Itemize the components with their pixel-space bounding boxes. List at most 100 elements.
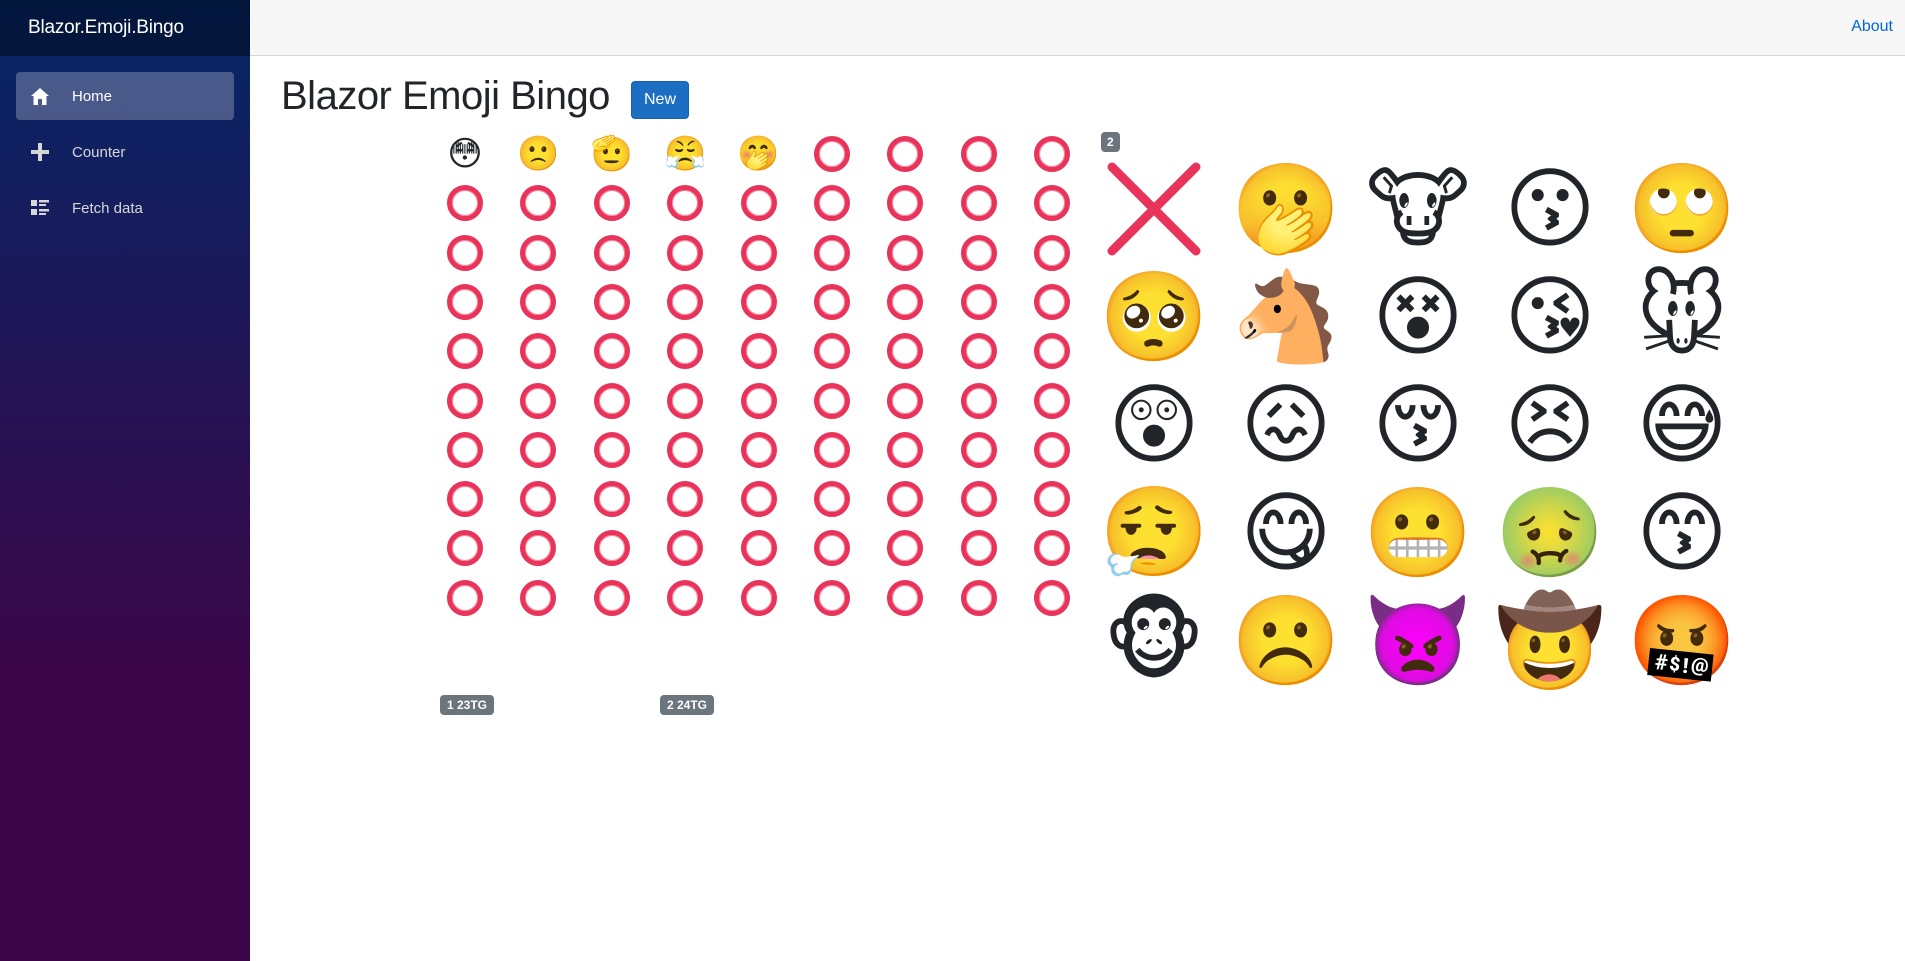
bingo-cell-empty[interactable]: [663, 477, 707, 521]
bingo-cell-empty[interactable]: [1030, 576, 1074, 620]
bingo-cell-empty[interactable]: [443, 526, 487, 570]
bingo-cell-empty[interactable]: [663, 329, 707, 373]
bingo-cell-empty[interactable]: [883, 231, 927, 275]
bingo-cell-empty[interactable]: [590, 576, 634, 620]
brand-link[interactable]: Blazor.Emoji.Bingo: [28, 17, 184, 39]
bingo-cell-empty[interactable]: [516, 181, 560, 225]
bingo-cell-empty[interactable]: [810, 329, 854, 373]
empty-ring-icon: [814, 431, 850, 468]
bingo-cell-empty[interactable]: [443, 428, 487, 472]
bingo-cell-empty[interactable]: [810, 428, 854, 472]
bingo-cell-empty[interactable]: [883, 379, 927, 423]
bingo-cell-empty[interactable]: [516, 280, 560, 324]
bingo-cell-empty[interactable]: [883, 428, 927, 472]
bingo-cell-filled[interactable]: 🙁: [516, 132, 560, 176]
bingo-cell-empty[interactable]: [1030, 428, 1074, 472]
bingo-cell-empty[interactable]: [590, 231, 634, 275]
bingo-cell-empty[interactable]: [737, 477, 781, 521]
bingo-cell-empty[interactable]: [516, 379, 560, 423]
bingo-cell-empty[interactable]: [957, 132, 1001, 176]
bingo-cell-empty[interactable]: [957, 379, 1001, 423]
bingo-cell-empty[interactable]: [663, 428, 707, 472]
bingo-cell-empty[interactable]: [957, 576, 1001, 620]
nav-item-home[interactable]: Home: [16, 72, 234, 120]
bingo-cell-empty[interactable]: [810, 132, 854, 176]
empty-ring-icon: [667, 283, 704, 320]
nav-item-counter[interactable]: Counter: [16, 128, 234, 176]
bingo-cell-empty[interactable]: [663, 231, 707, 275]
empty-ring-icon: [814, 530, 850, 567]
bingo-cell-empty[interactable]: [443, 231, 487, 275]
new-game-button[interactable]: New: [631, 81, 689, 119]
bingo-cell-empty[interactable]: [443, 477, 487, 521]
bingo-cell-empty[interactable]: [1030, 526, 1074, 570]
bingo-cell-empty[interactable]: [590, 329, 634, 373]
bingo-cell-empty[interactable]: [737, 181, 781, 225]
bingo-cell-empty[interactable]: [957, 526, 1001, 570]
bingo-cell-empty[interactable]: [737, 329, 781, 373]
bingo-cell-filled[interactable]: 🫡: [590, 132, 634, 176]
bingo-cell-empty[interactable]: [1030, 329, 1074, 373]
bingo-cell-empty[interactable]: [663, 280, 707, 324]
bingo-cell-empty[interactable]: [737, 576, 781, 620]
bingo-cell-empty[interactable]: [957, 280, 1001, 324]
bingo-cell-empty[interactable]: [810, 280, 854, 324]
bingo-cell-empty[interactable]: [810, 231, 854, 275]
bingo-cell-empty[interactable]: [663, 526, 707, 570]
bingo-cell-empty[interactable]: [590, 526, 634, 570]
bingo-cell-empty[interactable]: [590, 477, 634, 521]
bingo-cell-empty[interactable]: [516, 477, 560, 521]
bingo-cell-empty[interactable]: [883, 280, 927, 324]
bingo-cell-empty[interactable]: [810, 181, 854, 225]
bingo-cell-empty[interactable]: [590, 280, 634, 324]
bingo-cell-empty[interactable]: [737, 379, 781, 423]
bingo-cell-filled[interactable]: 🤭: [737, 132, 781, 176]
bingo-cell-empty[interactable]: [883, 181, 927, 225]
bingo-cell-empty[interactable]: [737, 280, 781, 324]
bingo-cell-empty[interactable]: [663, 379, 707, 423]
bingo-cell-empty[interactable]: [443, 379, 487, 423]
bingo-cell-empty[interactable]: [957, 477, 1001, 521]
bingo-cell-empty[interactable]: [443, 181, 487, 225]
bingo-cell-empty[interactable]: [957, 329, 1001, 373]
bingo-cell-filled[interactable]: 😳: [443, 132, 487, 176]
bingo-cell-empty[interactable]: [883, 477, 927, 521]
bingo-cell-empty[interactable]: [516, 329, 560, 373]
about-link[interactable]: About: [1851, 18, 1893, 36]
bingo-cell-empty[interactable]: [737, 428, 781, 472]
bingo-cell-empty[interactable]: [1030, 477, 1074, 521]
bingo-cell-empty[interactable]: [737, 231, 781, 275]
bingo-cell-empty[interactable]: [883, 576, 927, 620]
bingo-cell-empty[interactable]: [737, 526, 781, 570]
bingo-cell-empty[interactable]: [516, 576, 560, 620]
bingo-cell-empty[interactable]: [443, 576, 487, 620]
bingo-cell-empty[interactable]: [516, 526, 560, 570]
bingo-cell-empty[interactable]: [810, 526, 854, 570]
bingo-cell-empty[interactable]: [810, 576, 854, 620]
bingo-cell-empty[interactable]: [516, 428, 560, 472]
bingo-cell-empty[interactable]: [883, 526, 927, 570]
bingo-cell-empty[interactable]: [1030, 181, 1074, 225]
bingo-cell-empty[interactable]: [957, 231, 1001, 275]
bingo-cell-filled[interactable]: 😤: [663, 132, 707, 176]
bingo-cell-empty[interactable]: [1030, 280, 1074, 324]
bingo-cell-empty[interactable]: [590, 379, 634, 423]
bingo-cell-empty[interactable]: [443, 280, 487, 324]
bingo-cell-empty[interactable]: [590, 428, 634, 472]
bingo-cell-empty[interactable]: [883, 329, 927, 373]
bingo-cell-empty[interactable]: [443, 329, 487, 373]
bingo-cell-empty[interactable]: [957, 181, 1001, 225]
bingo-cell-empty[interactable]: [883, 132, 927, 176]
bingo-cell-empty[interactable]: [516, 231, 560, 275]
bingo-cell-empty[interactable]: [1030, 231, 1074, 275]
bingo-cell-empty[interactable]: [1030, 379, 1074, 423]
bingo-cell-empty[interactable]: [810, 379, 854, 423]
bingo-cell-empty[interactable]: [590, 181, 634, 225]
bingo-cell-empty[interactable]: [1030, 132, 1074, 176]
bingo-cell-empty[interactable]: [810, 477, 854, 521]
nav-item-fetch-data[interactable]: Fetch data: [16, 184, 234, 232]
bingo-cell-empty[interactable]: [663, 576, 707, 620]
bingo-cell-empty[interactable]: [957, 428, 1001, 472]
plus-icon: [30, 142, 50, 162]
bingo-cell-empty[interactable]: [663, 181, 707, 225]
